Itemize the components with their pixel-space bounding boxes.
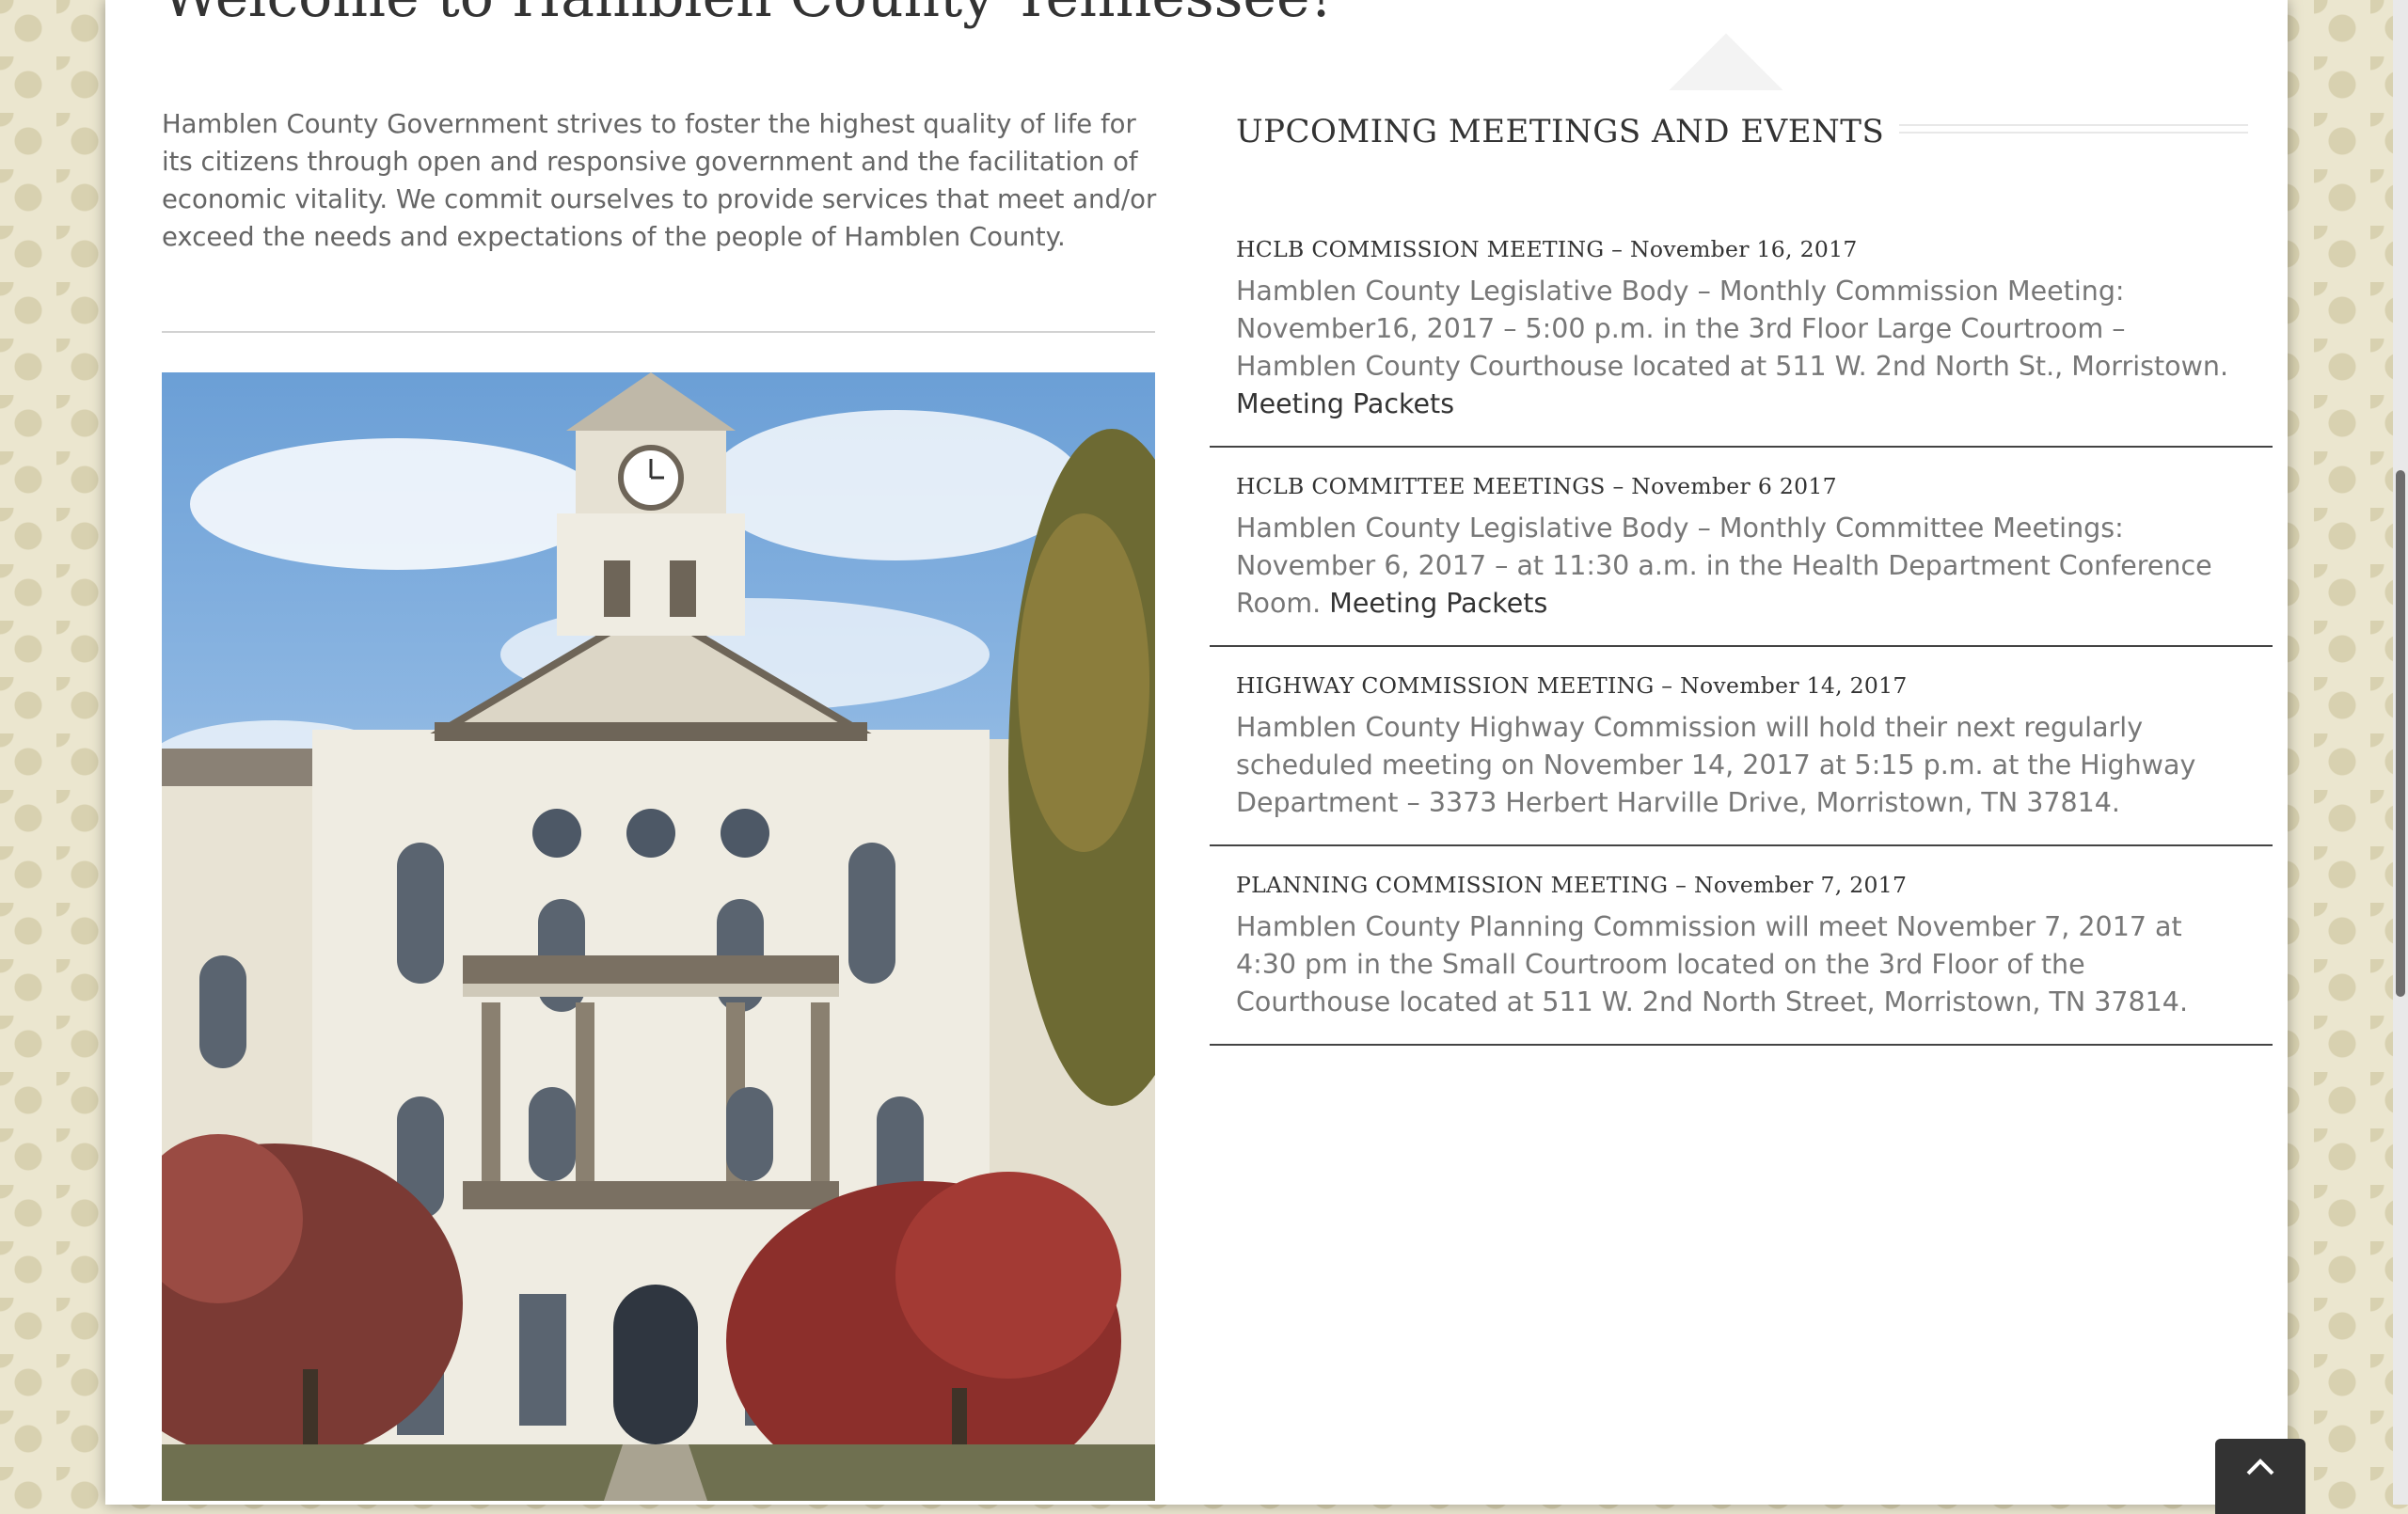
scrollbar[interactable] — [2393, 0, 2408, 1505]
event-item: HIGHWAY COMMISSION MEETING – November 14… — [1210, 647, 2273, 846]
chevron-up-icon — [2246, 1459, 2274, 1475]
meeting-packets-link[interactable]: Meeting Packets — [1329, 588, 1547, 619]
intro-paragraph: Hamblen County Government strives to fos… — [162, 109, 1157, 252]
scrollbar-thumb[interactable] — [2396, 470, 2405, 997]
upcoming-events-section: UPCOMING MEETINGS AND EVENTS HCLB COMMIS… — [1210, 33, 2273, 1046]
event-item: HCLB COMMITTEE MEETINGS – November 6 201… — [1210, 448, 2273, 647]
meeting-packets-link[interactable]: Meeting Packets — [1236, 388, 1454, 419]
events-heading: UPCOMING MEETINGS AND EVENTS — [1236, 90, 1900, 173]
event-description: Hamblen County Planning Commission will … — [1236, 911, 2189, 1017]
event-item: PLANNING COMMISSION MEETING – November 7… — [1210, 846, 2273, 1046]
event-title: HIGHWAY COMMISSION MEETING – November 14… — [1236, 672, 1908, 699]
main-content: Welcome to Hamblen County Tennessee! Ham… — [105, 0, 2288, 1505]
page-title: Welcome to Hamblen County Tennessee! — [162, 0, 1333, 30]
courthouse-photo — [162, 372, 1155, 1501]
event-title: PLANNING COMMISSION MEETING – November 7… — [1236, 872, 1908, 898]
event-title: HCLB COMMISSION MEETING – November 16, 2… — [1236, 236, 1858, 262]
event-description: Hamblen County Highway Commission will h… — [1236, 712, 2196, 818]
scroll-to-top-button[interactable] — [2215, 1439, 2305, 1514]
events-heading-block: UPCOMING MEETINGS AND EVENTS — [1236, 33, 2273, 173]
event-item: HCLB COMMISSION MEETING – November 16, 2… — [1210, 235, 2273, 448]
event-description: Hamblen County Legislative Body – Monthl… — [1236, 510, 2246, 623]
event-description: Hamblen County Legislative Body – Monthl… — [1236, 273, 2246, 423]
event-description-text: Hamblen County Legislative Body – Monthl… — [1236, 276, 2229, 382]
divider — [162, 331, 1155, 333]
event-title: HCLB COMMITTEE MEETINGS – November 6 201… — [1236, 473, 1837, 499]
